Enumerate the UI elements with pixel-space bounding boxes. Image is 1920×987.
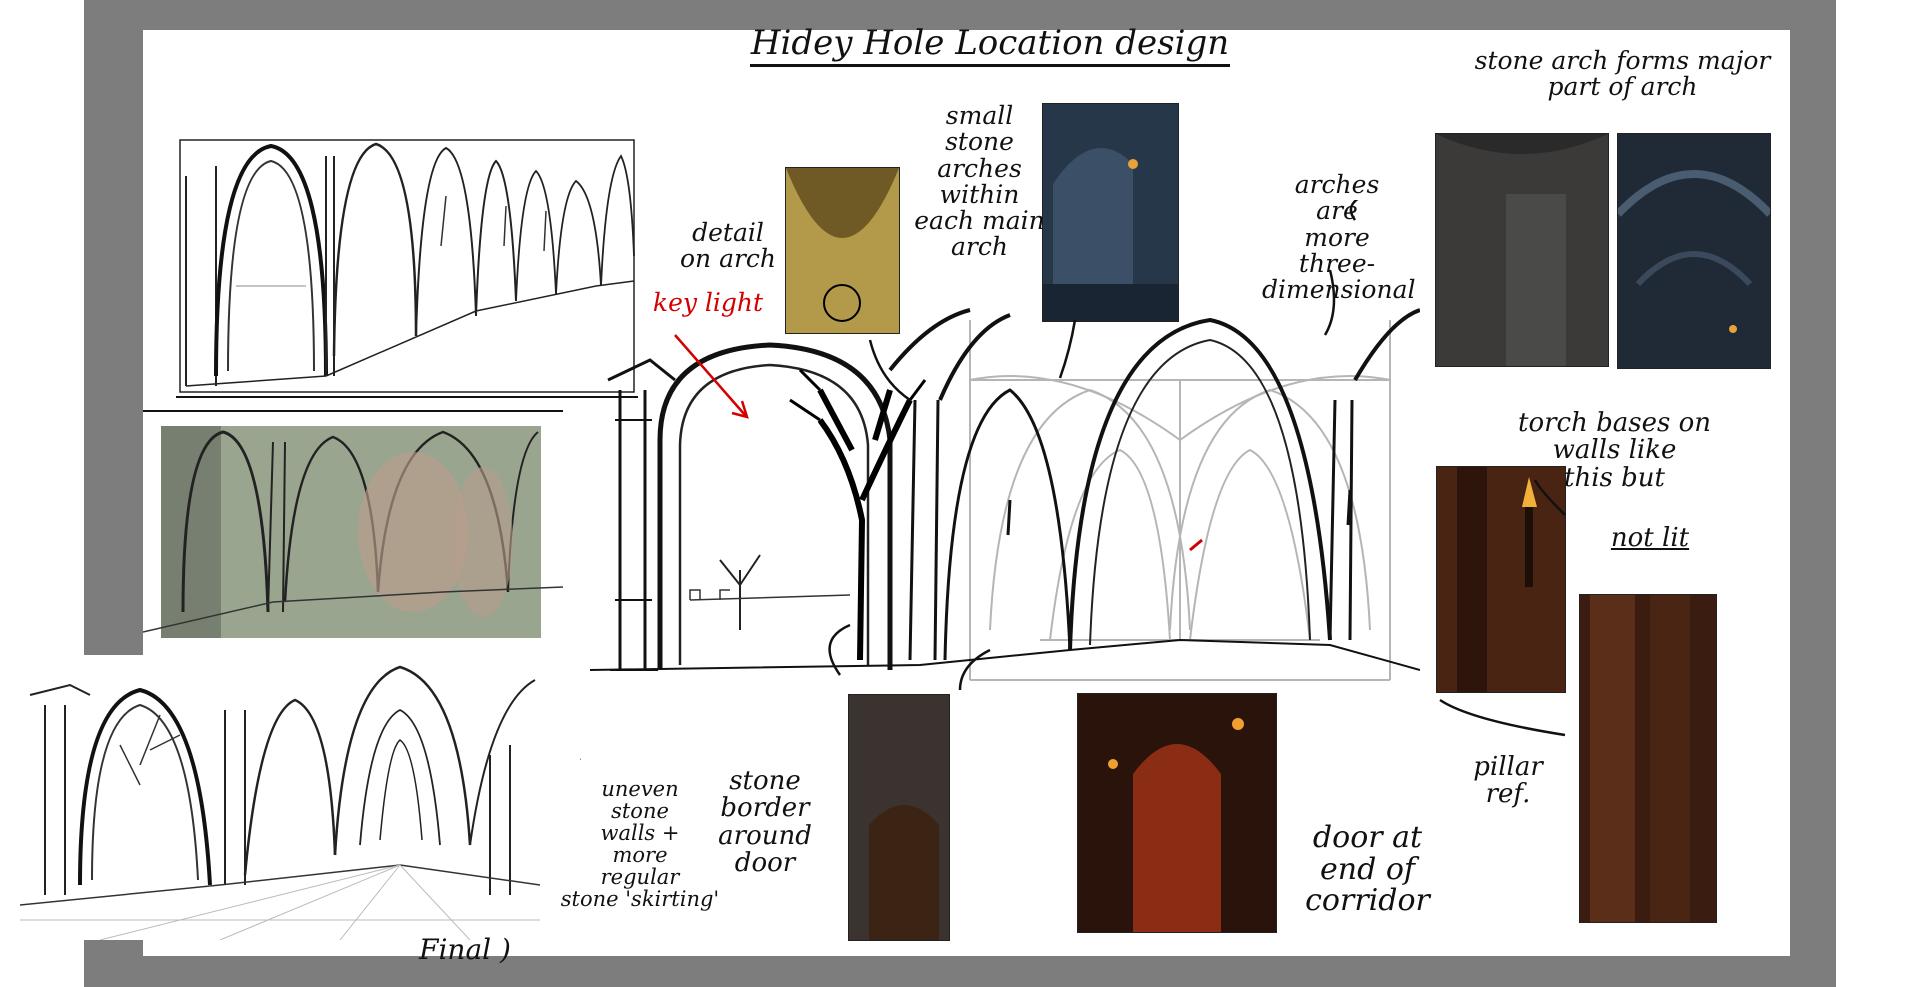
note-not-lit: not lit	[1610, 523, 1690, 553]
note-stone-arch-major: stone arch forms major part of arch	[1474, 46, 1771, 102]
note-uneven-walls: uneven stone walls + more regular stone …	[560, 777, 720, 912]
ref-vaulted-ceiling-image	[1617, 133, 1771, 369]
note-stone-border: stone border around door	[718, 766, 812, 878]
note-final: Final )	[419, 933, 511, 966]
page-title: Hidey Hole Location design	[750, 25, 1230, 67]
corridor-sketch-2	[143, 410, 563, 642]
annotation-arrows	[580, 200, 1566, 760]
ref-pillar-image	[1579, 594, 1717, 923]
corridor-sketch-final	[20, 655, 540, 940]
corridor-sketch-1	[176, 136, 638, 398]
note-door-at-end: door at end of corridor	[1305, 820, 1430, 918]
note-pillar-ref: pillar ref.	[1473, 752, 1543, 810]
